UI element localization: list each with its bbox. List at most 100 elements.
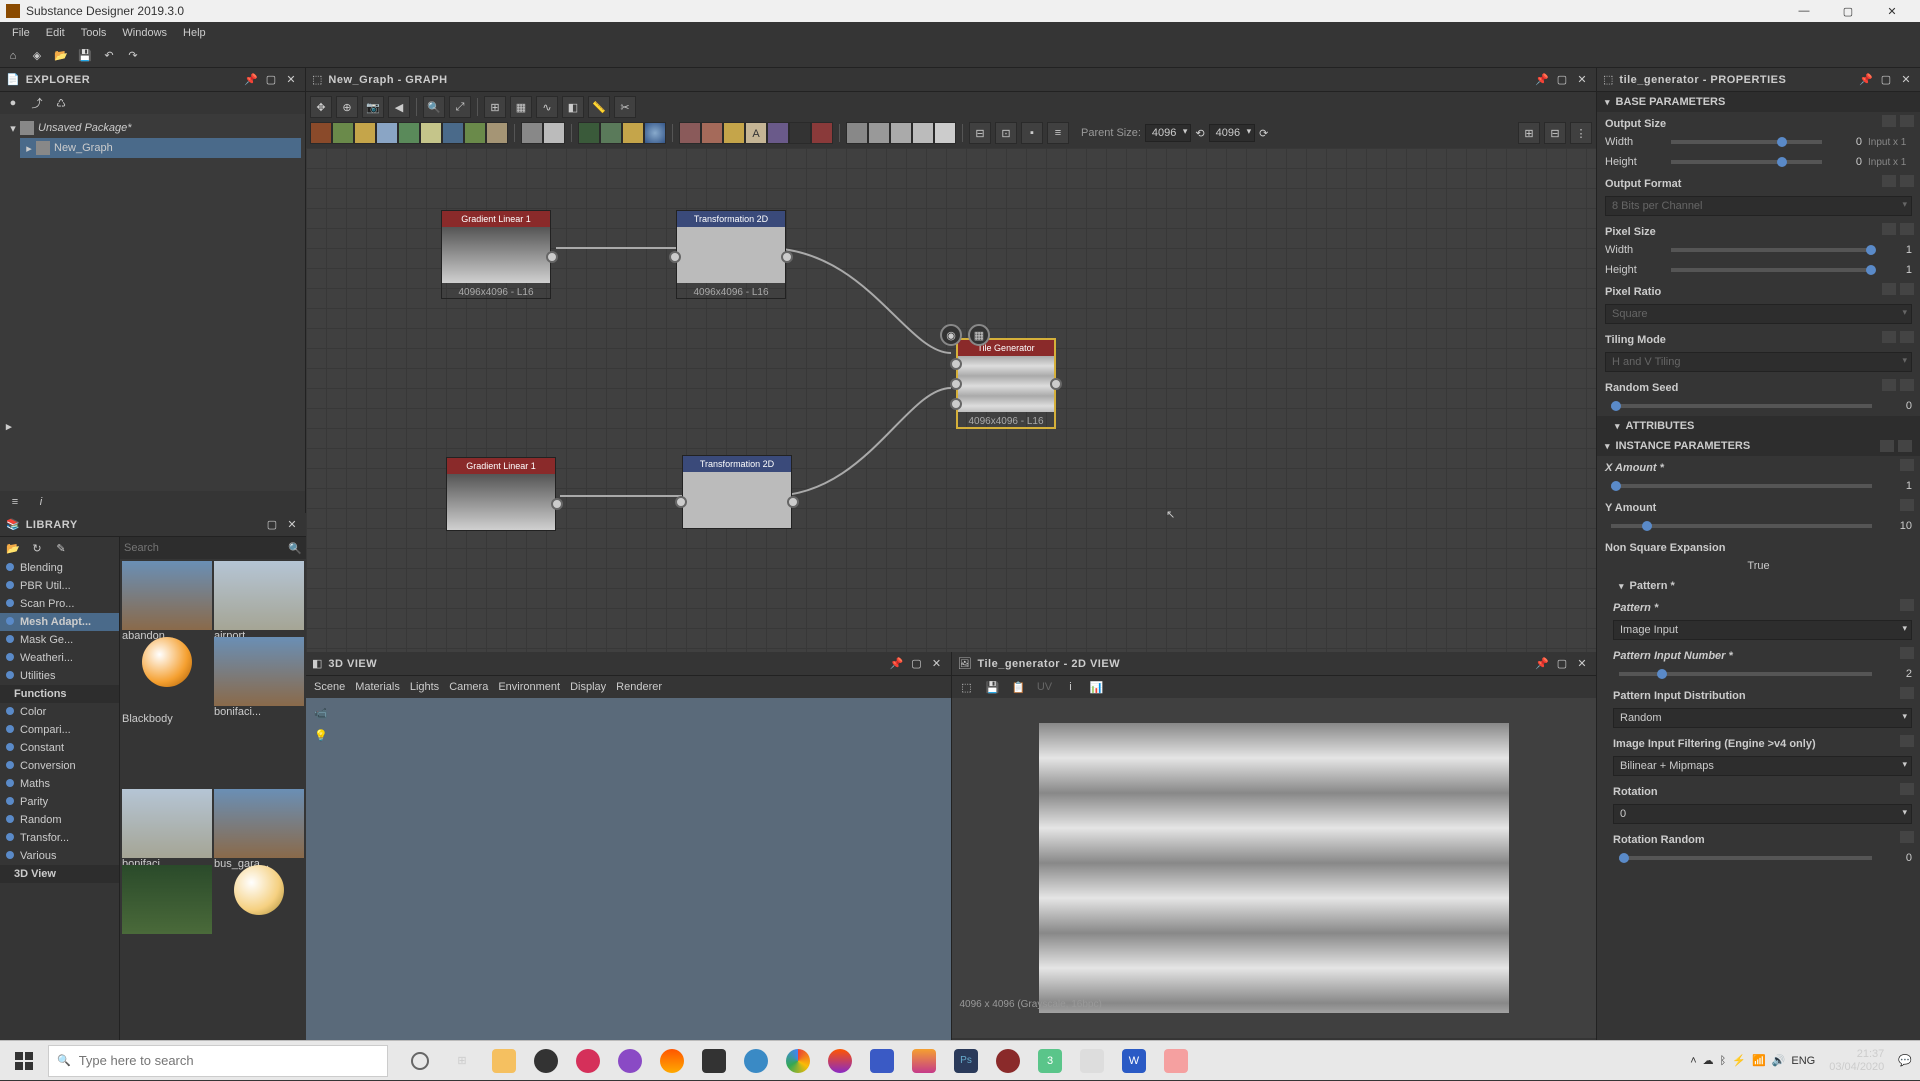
word-app[interactable]: W <box>1114 1041 1154 1081</box>
app-4[interactable] <box>610 1041 650 1081</box>
props-close-icon[interactable]: ✕ <box>1898 72 1914 88</box>
gt-link3[interactable]: ▪ <box>1021 122 1043 144</box>
swatch-22[interactable] <box>811 122 833 144</box>
tray-vol-icon[interactable]: 🔊 <box>1772 1054 1786 1067</box>
swatch-11[interactable] <box>543 122 565 144</box>
section-base-parameters[interactable]: BASE PARAMETERS <box>1597 92 1920 112</box>
output-port[interactable] <box>551 498 563 510</box>
lib-cat-random[interactable]: Random <box>0 811 119 829</box>
reset-icon[interactable] <box>1900 175 1914 187</box>
link-icon[interactable]: ⟲ <box>1195 127 1204 140</box>
swatch-16[interactable] <box>679 122 701 144</box>
explorer-tool-2[interactable]: ⤴ <box>28 94 46 112</box>
node-tile-generator[interactable]: ◉ ▦ Tile Generator 4096x4096 - L16 <box>956 338 1056 429</box>
menu-edit[interactable]: Edit <box>38 24 73 42</box>
lib-cat-pbr[interactable]: PBR Util... <box>0 577 119 595</box>
app-6[interactable] <box>694 1041 734 1081</box>
input-port-1[interactable] <box>950 358 962 370</box>
gt-camera[interactable]: 📷 <box>362 96 384 118</box>
cortana-icon[interactable] <box>400 1041 440 1081</box>
expand-icon[interactable]: ▾ <box>8 122 18 135</box>
gt-opt1[interactable]: ⊞ <box>1518 122 1540 144</box>
taskview-icon[interactable]: ⊞ <box>442 1041 482 1081</box>
chrome-app[interactable] <box>778 1041 818 1081</box>
reset-icon[interactable] <box>1900 459 1914 471</box>
3d-max-icon[interactable]: ▢ <box>909 656 925 672</box>
project-icon[interactable]: ◈ <box>28 47 46 65</box>
reset-icon[interactable] <box>1900 599 1914 611</box>
home-icon[interactable]: ⌂ <box>4 47 22 65</box>
swatch-3[interactable] <box>354 122 376 144</box>
notifications-icon[interactable]: 💬 <box>1898 1054 1912 1067</box>
swatch-23[interactable] <box>846 122 868 144</box>
swatch-24[interactable] <box>868 122 890 144</box>
lib-tool-2[interactable]: ↻ <box>28 539 46 557</box>
output-port[interactable] <box>781 251 793 263</box>
ps-height-slider[interactable] <box>1671 268 1872 272</box>
gt-opt3[interactable]: ⋮ <box>1570 122 1592 144</box>
pattern-dropdown[interactable]: Image Input <box>1613 620 1912 640</box>
taskbar-search[interactable]: 🔍 <box>48 1045 388 1077</box>
taskbar-clock[interactable]: 21:37 03/04/2020 <box>1821 1048 1892 1074</box>
app-12[interactable] <box>988 1041 1028 1081</box>
input-port-2[interactable] <box>950 378 962 390</box>
y-amount-slider[interactable] <box>1611 524 1872 528</box>
gt-eraser[interactable]: ◧ <box>562 96 584 118</box>
gt-fit[interactable]: ⤢ <box>449 96 471 118</box>
inherit-icon[interactable] <box>1882 379 1896 391</box>
2d-tool-uv[interactable]: UV <box>1036 678 1054 696</box>
input-port-3[interactable] <box>950 398 962 410</box>
firefox-app[interactable] <box>820 1041 860 1081</box>
gt-snap[interactable]: ⊞ <box>484 96 506 118</box>
reset-icon[interactable] <box>1900 831 1914 843</box>
props-max-icon[interactable]: ▢ <box>1878 72 1894 88</box>
swatch-6[interactable] <box>420 122 442 144</box>
height-slider[interactable] <box>1671 160 1822 164</box>
undo-icon[interactable]: ↶ <box>100 47 118 65</box>
lib-cat-blending[interactable]: Blending <box>0 559 119 577</box>
expand-icon[interactable]: ▸ <box>24 142 34 155</box>
input-port[interactable] <box>675 496 687 508</box>
tray-cloud-icon[interactable]: ☁ <box>1703 1054 1714 1067</box>
gt-link1[interactable]: ⊟ <box>969 122 991 144</box>
3d-viewport[interactable]: 📹 💡 <box>306 698 951 1060</box>
seed-slider[interactable] <box>1611 404 1872 408</box>
swatch-19[interactable]: A <box>745 122 767 144</box>
pin-icon[interactable]: 📌 <box>243 72 259 88</box>
2d-close-icon[interactable]: ✕ <box>1574 656 1590 672</box>
app-14[interactable] <box>1072 1041 1112 1081</box>
gt-curve[interactable]: ∿ <box>536 96 558 118</box>
lib-cat-mask[interactable]: Mask Ge... <box>0 631 119 649</box>
thumb-airport[interactable] <box>214 561 304 630</box>
menu-file[interactable]: File <box>4 24 38 42</box>
inherit-icon[interactable] <box>1882 283 1896 295</box>
swatch-14[interactable] <box>622 122 644 144</box>
lib-tool-1[interactable]: 📂 <box>4 539 22 557</box>
explorer-tool-1[interactable]: ● <box>4 94 22 112</box>
gt-prev[interactable]: ◀ <box>388 96 410 118</box>
search-input[interactable] <box>124 542 288 554</box>
swatch-2[interactable] <box>332 122 354 144</box>
menu-windows[interactable]: Windows <box>114 24 175 42</box>
tray-sec-icon[interactable]: ⚡ <box>1732 1054 1746 1067</box>
3d-menu-environment[interactable]: Environment <box>498 681 560 693</box>
3d-menu-camera[interactable]: Camera <box>449 681 488 693</box>
graph-row[interactable]: ▸ New_Graph <box>20 138 301 158</box>
node-transformation-2d-2[interactable]: Transformation 2D <box>682 455 792 529</box>
lib-cat-functions[interactable]: Functions <box>0 685 119 703</box>
tray-expand-icon[interactable]: ˄ <box>1690 1055 1696 1067</box>
app-16[interactable] <box>1156 1041 1196 1081</box>
3d-menu-materials[interactable]: Materials <box>355 681 400 693</box>
gt-crop[interactable]: ✂ <box>614 96 636 118</box>
tray-wifi-icon[interactable]: 📶 <box>1752 1054 1766 1067</box>
gt-ruler[interactable]: 📏 <box>588 96 610 118</box>
node-transformation-2d-1[interactable]: Transformation 2D 4096x4096 - L16 <box>676 210 786 299</box>
gt-grid[interactable]: ▦ <box>510 96 532 118</box>
thumb-10[interactable] <box>234 865 284 915</box>
swatch-15[interactable] <box>644 122 666 144</box>
pixel-ratio-dropdown[interactable]: Square <box>1605 304 1912 324</box>
parent-size-h[interactable]: 4096 <box>1209 124 1255 142</box>
output-port[interactable] <box>1050 378 1062 390</box>
output-port[interactable] <box>787 496 799 508</box>
search-icon[interactable]: 🔍 <box>288 542 302 555</box>
